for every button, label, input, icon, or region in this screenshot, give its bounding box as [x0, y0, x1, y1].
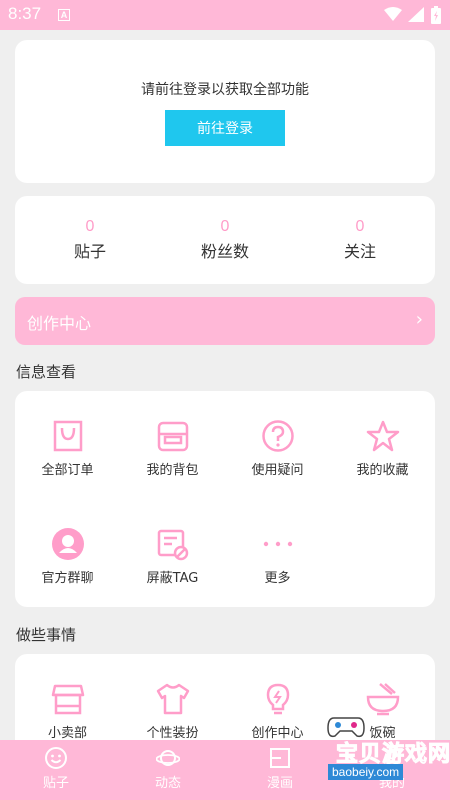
stats-card: 0 贴子 0 粉丝数 0 关注: [15, 196, 435, 284]
grid-item-all-orders[interactable]: 全部订单: [15, 419, 120, 478]
grid-item-label: 我的收藏: [356, 463, 409, 478]
do-section-title: 做些事情: [16, 626, 77, 644]
grid-item-group-chat[interactable]: 官方群聊: [15, 527, 120, 586]
block-tag-icon: [157, 529, 188, 561]
stat-following[interactable]: 0 关注: [290, 218, 430, 262]
grid-item-dress-up[interactable]: 个性装扮: [120, 682, 225, 741]
login-button[interactable]: 前往登录: [165, 110, 285, 146]
star-icon: [366, 420, 399, 452]
grid-item-label: 官方群聊: [41, 571, 94, 586]
stat-following-label: 关注: [343, 242, 376, 261]
status-time: 8:37: [8, 4, 42, 23]
grid-item-label: 屏蔽TAG: [146, 571, 199, 586]
watermark: 宝贝游戏网 baobeiy.com: [300, 708, 450, 788]
grid-item-shop[interactable]: 小卖部: [15, 682, 120, 741]
nav-tab-posts[interactable]: 贴子: [0, 746, 112, 791]
grid-item-block-tag[interactable]: 屏蔽TAG: [120, 527, 225, 586]
wifi-icon: [384, 7, 402, 21]
grid-item-label: 我的背包: [146, 463, 199, 478]
nav-tab-feed[interactable]: 动态: [112, 746, 224, 791]
status-bar: 8:37 A: [0, 0, 450, 30]
info-section-title: 信息查看: [16, 363, 77, 381]
shop-icon: [51, 684, 84, 715]
grid-item-help[interactable]: 使用疑问: [225, 419, 330, 478]
grid-item-label: 使用疑问: [251, 463, 304, 478]
stat-posts-label: 贴子: [73, 242, 106, 261]
signal-icon: [408, 7, 424, 22]
stat-fans-label: 粉丝数: [200, 242, 249, 261]
group-chat-icon: [51, 528, 84, 560]
grid-item-label: 小卖部: [47, 726, 87, 741]
battery-icon: [431, 6, 441, 24]
chevron-right-icon: ›: [415, 309, 423, 330]
login-card: 请前往登录以获取全部功能 前往登录: [15, 40, 435, 183]
planet-icon: [156, 750, 180, 766]
watermark-url: baobeiy.com: [328, 764, 404, 780]
grid-item-more[interactable]: 更多: [225, 527, 330, 586]
stat-following-value: 0: [355, 218, 365, 235]
grid-item-backpack[interactable]: 我的背包: [120, 419, 225, 478]
comic-icon: [270, 748, 290, 768]
backpack-icon: [157, 421, 188, 452]
nav-label: 贴子: [42, 776, 69, 791]
lightbulb-icon: [266, 683, 289, 715]
info-grid-card: 全部订单 我的背包 使用疑问 我的收藏 官方群聊 屏蔽TAG 更多: [15, 391, 435, 607]
shopping-bag-icon: [53, 420, 82, 452]
creation-center-label: 创作中心: [27, 314, 92, 333]
notification-a-icon: A: [58, 9, 70, 21]
tshirt-icon: [156, 683, 189, 715]
grid-item-favorites[interactable]: 我的收藏: [330, 419, 435, 478]
grid-item-label: 全部订单: [41, 463, 94, 478]
nav-label: 动态: [154, 776, 181, 791]
stat-posts[interactable]: 0 贴子: [20, 218, 160, 262]
stat-fans[interactable]: 0 粉丝数: [155, 218, 295, 262]
login-prompt: 请前往登录以获取全部功能: [141, 82, 309, 98]
question-icon: [261, 420, 294, 452]
grid-item-label: 更多: [264, 571, 291, 586]
more-dots-icon: [263, 541, 292, 547]
grid-item-label: 个性装扮: [146, 726, 199, 741]
smile-icon: [45, 747, 67, 769]
stat-posts-value: 0: [85, 218, 95, 235]
stat-fans-value: 0: [220, 218, 230, 235]
creation-center-bar[interactable]: 创作中心 ›: [15, 297, 435, 345]
